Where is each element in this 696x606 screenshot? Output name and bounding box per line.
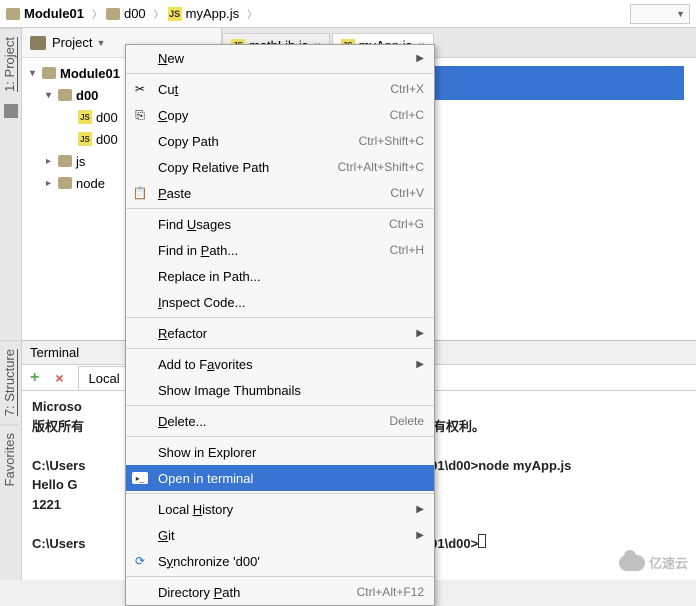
js-file-icon: JS bbox=[78, 110, 92, 124]
menu-thumbnails[interactable]: Show Image Thumbnails bbox=[126, 377, 434, 403]
breadcrumb-mid[interactable]: d00 bbox=[106, 6, 146, 21]
collapse-icon: ▸ bbox=[46, 156, 58, 167]
menu-copy-path[interactable]: Copy PathCtrl+Shift+C bbox=[126, 128, 434, 154]
folder-icon bbox=[42, 67, 56, 79]
folder-icon bbox=[30, 36, 46, 50]
sync-icon: ⟳ bbox=[132, 553, 148, 569]
expand-icon: ▾ bbox=[46, 90, 58, 101]
menu-show-explorer[interactable]: Show in Explorer bbox=[126, 439, 434, 465]
menu-refactor[interactable]: Refactor▶ bbox=[126, 320, 434, 346]
rail-tab-project[interactable]: 1: Project bbox=[0, 28, 21, 100]
copy-icon: ⎘ bbox=[132, 107, 148, 123]
folder-icon bbox=[58, 155, 72, 167]
menu-local-history[interactable]: Local History▶ bbox=[126, 496, 434, 522]
menu-new[interactable]: New▶ bbox=[126, 45, 434, 71]
folder-icon bbox=[58, 89, 72, 101]
chevron-right-icon: 〉 bbox=[247, 6, 257, 21]
paste-icon: 📋 bbox=[132, 185, 148, 201]
menu-synchronize[interactable]: ⟳Synchronize 'd00' bbox=[126, 548, 434, 574]
breadcrumb-root[interactable]: Module01 bbox=[6, 6, 84, 21]
menu-open-terminal[interactable]: ▸_Open in terminal bbox=[126, 465, 434, 491]
menu-replace-in-path[interactable]: Replace in Path... bbox=[126, 263, 434, 289]
chevron-down-icon: ▼ bbox=[676, 9, 685, 19]
menu-git[interactable]: Git▶ bbox=[126, 522, 434, 548]
js-file-icon: JS bbox=[78, 132, 92, 146]
watermark: 亿速云 bbox=[619, 553, 688, 572]
close-tab-icon[interactable]: × bbox=[55, 370, 63, 386]
menu-paste[interactable]: 📋PasteCtrl+V bbox=[126, 180, 434, 206]
cursor bbox=[478, 534, 486, 548]
menu-find-usages[interactable]: Find UsagesCtrl+G bbox=[126, 211, 434, 237]
menu-copy[interactable]: ⎘CopyCtrl+C bbox=[126, 102, 434, 128]
js-file-icon: JS bbox=[168, 7, 182, 21]
menu-copy-relative-path[interactable]: Copy Relative PathCtrl+Alt+Shift+C bbox=[126, 154, 434, 180]
menu-directory-path[interactable]: Directory PathCtrl+Alt+F12 bbox=[126, 579, 434, 605]
breadcrumb: Module01 〉 d00 〉 JS myApp.js 〉 ▼ bbox=[0, 0, 696, 28]
scissors-icon: ✂ bbox=[132, 81, 148, 97]
menu-find-in-path[interactable]: Find in Path...Ctrl+H bbox=[126, 237, 434, 263]
bookmark-icon[interactable] bbox=[4, 104, 18, 118]
left-tool-rail-bottom: 7: Structure Favorites bbox=[0, 340, 22, 580]
chevron-right-icon: ▶ bbox=[416, 359, 424, 370]
chevron-right-icon: 〉 bbox=[92, 6, 102, 21]
rail-tab-structure[interactable]: 7: Structure bbox=[0, 340, 19, 424]
expand-icon: ▾ bbox=[30, 68, 42, 79]
chevron-right-icon: ▶ bbox=[416, 504, 424, 515]
terminal-icon: ▸_ bbox=[132, 472, 148, 484]
folder-icon bbox=[58, 177, 72, 189]
chevron-right-icon: ▶ bbox=[416, 530, 424, 541]
menu-delete[interactable]: Delete...Delete bbox=[126, 408, 434, 434]
run-config-dropdown[interactable]: ▼ bbox=[630, 4, 690, 24]
terminal-tab-local[interactable]: Local bbox=[78, 366, 131, 390]
chevron-right-icon: ▶ bbox=[416, 328, 424, 339]
menu-cut[interactable]: ✂CutCtrl+X bbox=[126, 76, 434, 102]
collapse-icon: ▸ bbox=[46, 178, 58, 189]
chevron-right-icon: 〉 bbox=[154, 6, 164, 21]
menu-inspect-code[interactable]: Inspect Code... bbox=[126, 289, 434, 315]
menu-add-favorites[interactable]: Add to Favorites▶ bbox=[126, 351, 434, 377]
rail-tab-favorites[interactable]: Favorites bbox=[0, 424, 19, 494]
cloud-icon bbox=[619, 555, 645, 571]
chevron-down-icon: ▼ bbox=[96, 38, 105, 48]
chevron-right-icon: ▶ bbox=[416, 53, 424, 64]
add-tab-icon[interactable]: + bbox=[30, 369, 39, 387]
context-menu: New▶ ✂CutCtrl+X ⎘CopyCtrl+C Copy PathCtr… bbox=[125, 44, 435, 606]
folder-icon bbox=[106, 8, 120, 20]
breadcrumb-file[interactable]: JS myApp.js bbox=[168, 6, 239, 21]
folder-icon bbox=[6, 8, 20, 20]
